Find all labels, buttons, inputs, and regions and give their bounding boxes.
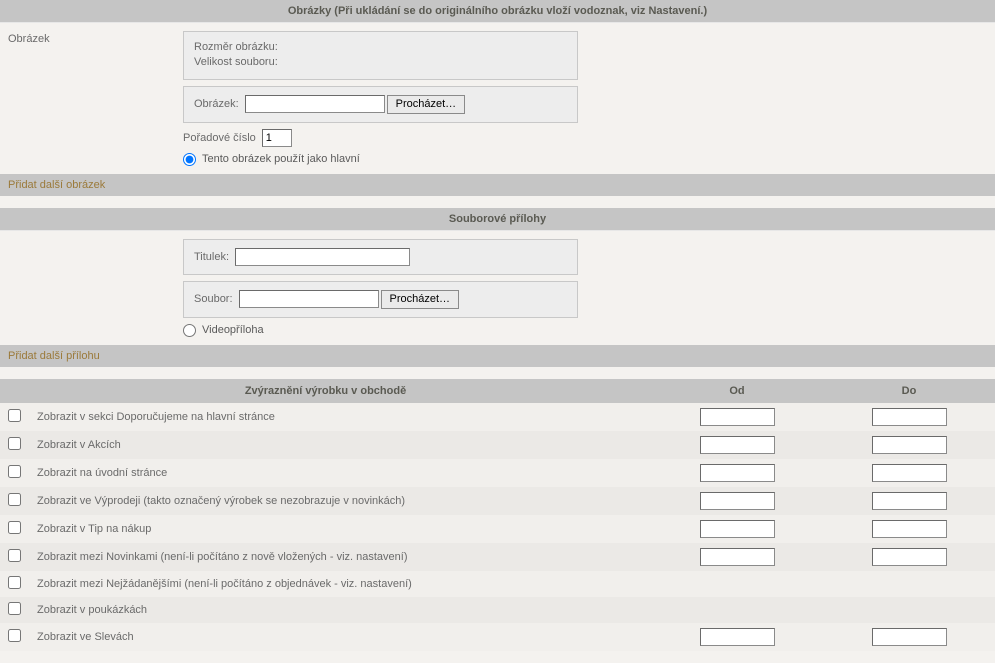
attach-row-label bbox=[0, 231, 175, 345]
image-file-box: Obrázek: Procházet… bbox=[183, 86, 578, 123]
highlight-checkbox[interactable] bbox=[8, 409, 21, 422]
attach-title-label: Titulek: bbox=[194, 251, 229, 263]
attach-file-input[interactable] bbox=[239, 290, 379, 308]
attach-browse-button[interactable]: Procházet… bbox=[381, 290, 460, 309]
highlight-row: Zobrazit v sekci Doporučujeme na hlavní … bbox=[0, 403, 995, 431]
highlight-label: Zobrazit mezi Novinkami (není-li počítán… bbox=[29, 543, 651, 571]
date-to-input[interactable] bbox=[872, 520, 947, 538]
highlight-label: Zobrazit v poukázkách bbox=[29, 597, 651, 623]
attach-video-radio[interactable] bbox=[183, 324, 196, 337]
highlight-table: Zvýraznění výrobku v obchodě Od Do Zobra… bbox=[0, 379, 995, 651]
highlight-checkbox[interactable] bbox=[8, 602, 21, 615]
highlight-row: Zobrazit v Tip na nákup bbox=[0, 515, 995, 543]
highlight-label: Zobrazit v Tip na nákup bbox=[29, 515, 651, 543]
image-size-label: Velikost souboru: bbox=[194, 55, 567, 70]
highlight-checkbox[interactable] bbox=[8, 576, 21, 589]
image-seq-input[interactable] bbox=[262, 129, 292, 147]
attach-file-box: Soubor: Procházet… bbox=[183, 281, 578, 318]
highlight-checkbox[interactable] bbox=[8, 437, 21, 450]
images-row-label: Obrázek bbox=[0, 23, 175, 174]
highlight-label: Zobrazit ve Slevách bbox=[29, 623, 651, 651]
highlight-checkbox[interactable] bbox=[8, 629, 21, 642]
attachments-heading: Souborové přílohy bbox=[0, 208, 995, 230]
date-to-input[interactable] bbox=[872, 492, 947, 510]
attach-file-label: Soubor: bbox=[194, 293, 233, 305]
date-from-input[interactable] bbox=[700, 548, 775, 566]
image-dim-label: Rozměr obrázku: bbox=[194, 40, 567, 55]
highlight-label: Zobrazit na úvodní stránce bbox=[29, 459, 651, 487]
highlight-label: Zobrazit v Akcích bbox=[29, 431, 651, 459]
date-from-input[interactable] bbox=[700, 464, 775, 482]
highlight-checkbox[interactable] bbox=[8, 493, 21, 506]
image-browse-button[interactable]: Procházet… bbox=[387, 95, 466, 114]
image-file-input[interactable] bbox=[245, 95, 385, 113]
date-from-input[interactable] bbox=[700, 628, 775, 646]
date-from-input[interactable] bbox=[700, 520, 775, 538]
highlight-row: Zobrazit mezi Novinkami (není-li počítán… bbox=[0, 543, 995, 571]
highlight-row: Zobrazit mezi Nejžádanějšími (není-li po… bbox=[0, 571, 995, 597]
date-to-input[interactable] bbox=[872, 548, 947, 566]
highlight-checkbox[interactable] bbox=[8, 549, 21, 562]
attach-title-box: Titulek: bbox=[183, 239, 578, 275]
highlight-checkbox[interactable] bbox=[8, 521, 21, 534]
add-attach-link[interactable]: Přidat další přílohu bbox=[0, 345, 995, 367]
attach-title-input[interactable] bbox=[235, 248, 410, 266]
date-from-input[interactable] bbox=[700, 408, 775, 426]
col-od: Od bbox=[651, 379, 823, 403]
highlight-row: Zobrazit na úvodní stránce bbox=[0, 459, 995, 487]
images-heading: Obrázky (Při ukládání se do originálního… bbox=[0, 0, 995, 22]
image-file-label: Obrázek: bbox=[194, 98, 239, 110]
date-to-input[interactable] bbox=[872, 436, 947, 454]
highlight-row: Zobrazit v Akcích bbox=[0, 431, 995, 459]
image-info-box: Rozměr obrázku: Velikost souboru: bbox=[183, 31, 578, 80]
date-to-input[interactable] bbox=[872, 628, 947, 646]
highlight-row: Zobrazit ve Slevách bbox=[0, 623, 995, 651]
highlight-heading: Zvýraznění výrobku v obchodě bbox=[0, 379, 651, 403]
images-section: Obrázky (Při ukládání se do originálního… bbox=[0, 0, 995, 196]
attachments-section: Souborové přílohy Titulek: Soubor: Proch… bbox=[0, 208, 995, 367]
date-from-input[interactable] bbox=[700, 492, 775, 510]
col-do: Do bbox=[823, 379, 995, 403]
highlight-label: Zobrazit mezi Nejžádanějšími (není-li po… bbox=[29, 571, 651, 597]
date-from-input[interactable] bbox=[700, 436, 775, 454]
image-main-radio[interactable] bbox=[183, 153, 196, 166]
highlight-row: Zobrazit ve Výprodeji (takto označený vý… bbox=[0, 487, 995, 515]
highlight-row: Zobrazit v poukázkách bbox=[0, 597, 995, 623]
date-to-input[interactable] bbox=[872, 464, 947, 482]
image-main-label: Tento obrázek použít jako hlavní bbox=[202, 153, 360, 165]
highlight-section: Zvýraznění výrobku v obchodě Od Do Zobra… bbox=[0, 379, 995, 651]
highlight-label: Zobrazit ve Výprodeji (takto označený vý… bbox=[29, 487, 651, 515]
image-seq-label: Pořadové číslo bbox=[183, 132, 256, 144]
highlight-checkbox[interactable] bbox=[8, 465, 21, 478]
attach-video-label: Videopříloha bbox=[202, 324, 264, 336]
highlight-label: Zobrazit v sekci Doporučujeme na hlavní … bbox=[29, 403, 651, 431]
add-image-link[interactable]: Přidat další obrázek bbox=[0, 174, 995, 196]
date-to-input[interactable] bbox=[872, 408, 947, 426]
